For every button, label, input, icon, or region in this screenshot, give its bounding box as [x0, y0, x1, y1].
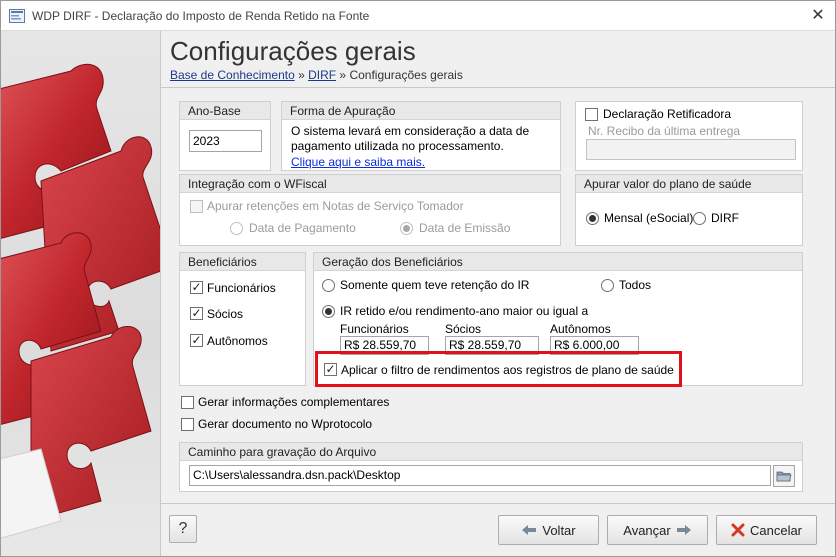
ir-retido-radio[interactable]: [322, 305, 335, 318]
func-valor-label: Funcionários: [340, 322, 409, 336]
gerar-info-complementares-checkbox[interactable]: [181, 396, 194, 409]
footer-divider: [161, 503, 835, 504]
saiba-mais-link[interactable]: Clique aqui e saiba mais.: [291, 155, 425, 169]
avancar-label: Avançar: [623, 522, 671, 538]
page-title: Configurações gerais: [170, 36, 416, 66]
plano-saude-group: Apurar valor do plano de saúde Mensal (e…: [575, 174, 803, 246]
somente-retencao-radio[interactable]: [322, 279, 335, 292]
autonomos-label: Autônomos: [207, 334, 268, 348]
folder-icon: [776, 471, 792, 482]
caminho-arquivo-group: Caminho para gravação do Arquivo C:\User…: [179, 442, 803, 492]
recibo-label: Nr. Recibo da última entrega: [588, 124, 741, 138]
funcionarios-label: Funcionários: [207, 281, 276, 295]
todos-radio[interactable]: [601, 279, 614, 292]
recibo-input[interactable]: [586, 139, 796, 160]
integracao-wfiscal-group: Integração com o WFiscal Apurar retençõe…: [179, 174, 561, 246]
browse-folder-button[interactable]: [773, 465, 795, 487]
gerar-documento-checkbox[interactable]: [181, 418, 194, 431]
funcionarios-checkbox[interactable]: ✓: [190, 281, 203, 294]
plano-saude-title: Apurar valor do plano de saúde: [576, 175, 802, 193]
geracao-title: Geração dos Beneficiários: [314, 253, 802, 271]
mensal-esocial-radio[interactable]: [586, 212, 599, 225]
voltar-label: Voltar: [542, 522, 576, 538]
data-pagamento-radio[interactable]: [230, 222, 243, 235]
breadcrumb-separator: »: [336, 68, 350, 82]
mensal-esocial-label: Mensal (eSocial): [604, 211, 694, 225]
main-content: Configurações gerais Base de Conheciment…: [161, 31, 835, 556]
declaracao-retificadora-label: Declaração Retificadora: [603, 107, 732, 121]
ano-base-title: Ano-Base: [180, 102, 270, 120]
forma-apuracao-group: Forma de Apuração O sistema levará em co…: [281, 101, 561, 171]
arrow-right-icon: [676, 525, 691, 535]
close-icon[interactable]: ✕: [807, 5, 829, 27]
beneficiarios-group: Beneficiários ✓ Funcionários ✓ Sócios ✓ …: [179, 252, 306, 386]
forma-apuracao-title: Forma de Apuração: [282, 102, 560, 120]
autonomos-valor-label: Autônomos: [550, 322, 611, 336]
help-icon: ?: [178, 520, 188, 537]
gerar-documento-label: Gerar documento no Wprotocolo: [198, 417, 373, 431]
declaracao-retificadora-checkbox[interactable]: [585, 108, 598, 121]
beneficiarios-title: Beneficiários: [180, 253, 305, 271]
breadcrumb: Base de Conhecimento » DIRF » Configuraç…: [170, 68, 463, 82]
autonomos-checkbox[interactable]: ✓: [190, 334, 203, 347]
forma-apuracao-text-2: pagamento utilizada no processamento.: [291, 139, 504, 153]
arrow-left-icon: [522, 525, 537, 535]
breadcrumb-base-conhecimento[interactable]: Base de Conhecimento: [170, 68, 295, 82]
cancelar-button[interactable]: Cancelar: [716, 515, 817, 545]
caminho-input[interactable]: C:\Users\alessandra.dsn.pack\Desktop: [189, 465, 771, 486]
data-emissao-radio[interactable]: [400, 222, 413, 235]
declaracao-retificadora-group: Declaração Retificadora Nr. Recibo da úl…: [575, 101, 803, 171]
app-icon: [9, 9, 25, 23]
ano-base-input[interactable]: 2023: [189, 130, 262, 152]
breadcrumb-current: Configurações gerais: [349, 68, 463, 82]
ano-base-group: Ano-Base 2023: [179, 101, 271, 171]
window-title: WDP DIRF - Declaração do Imposto de Rend…: [32, 9, 370, 23]
breadcrumb-separator: »: [294, 68, 309, 82]
dirf-window: WDP DIRF - Declaração do Imposto de Rend…: [0, 0, 836, 557]
help-button[interactable]: ?: [169, 515, 197, 543]
cancel-x-icon: [731, 523, 745, 537]
header-divider: [161, 87, 835, 88]
todos-label: Todos: [619, 278, 652, 292]
dirf-radio-label: DIRF: [711, 211, 739, 225]
breadcrumb-dirf[interactable]: DIRF: [308, 68, 336, 82]
caminho-title: Caminho para gravação do Arquivo: [180, 443, 802, 461]
socios-checkbox[interactable]: ✓: [190, 307, 203, 320]
forma-apuracao-text-1: O sistema levará em consideração a data …: [291, 124, 530, 138]
filtro-rendimentos-checkbox[interactable]: ✓: [324, 363, 337, 376]
voltar-button[interactable]: Voltar: [498, 515, 599, 545]
socios-label: Sócios: [207, 307, 244, 321]
avancar-button[interactable]: Avançar: [607, 515, 708, 545]
gerar-info-complementares-label: Gerar informações complementares: [198, 395, 390, 409]
apurar-retencoes-label: Apurar retenções em Notas de Serviço Tom…: [207, 199, 464, 213]
cancelar-label: Cancelar: [749, 522, 803, 538]
apurar-retencoes-checkbox[interactable]: [190, 200, 203, 213]
side-image-panel: [1, 31, 161, 556]
title-bar: WDP DIRF - Declaração do Imposto de Rend…: [1, 1, 835, 31]
puzzle-image: [1, 63, 160, 539]
data-pagamento-label: Data de Pagamento: [249, 221, 356, 235]
dirf-radio[interactable]: [693, 212, 706, 225]
socios-valor-label: Sócios: [445, 322, 482, 336]
integracao-title: Integração com o WFiscal: [180, 175, 560, 193]
ir-retido-label: IR retido e/ou rendimento-ano maior ou i…: [340, 304, 589, 318]
data-emissao-label: Data de Emissão: [419, 221, 511, 235]
somente-retencao-label: Somente quem teve retenção do IR: [340, 278, 530, 292]
filtro-rendimentos-label: Aplicar o filtro de rendimentos aos regi…: [341, 363, 674, 377]
